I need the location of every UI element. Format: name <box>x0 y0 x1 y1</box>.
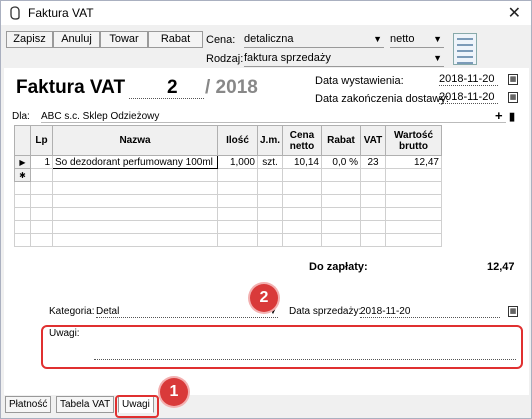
total-label: Do zapłaty: <box>309 261 368 273</box>
row-selector-icon[interactable]: ▶ <box>14 155 31 169</box>
new-row-icon[interactable]: ✱ <box>14 168 31 182</box>
document-icon[interactable] <box>453 33 477 65</box>
invoice-year: / 2018 <box>205 77 258 98</box>
calendar-icon[interactable]: ▦ <box>508 306 518 317</box>
issue-date-field[interactable]: 2018-11-20 <box>439 73 498 86</box>
col-header[interactable]: VAT <box>360 125 386 156</box>
total-amount: 12,47 <box>487 261 515 273</box>
category-select[interactable]: Detal <box>96 306 278 318</box>
netto-value: netto <box>390 33 415 45</box>
col-header[interactable]: Lp <box>30 125 53 156</box>
type-value: faktura sprzedaży <box>244 52 331 64</box>
netto-select[interactable]: netto ▼ <box>390 32 444 48</box>
price-select[interactable]: detaliczna ▼ <box>244 32 384 48</box>
calendar-icon[interactable]: ▦ <box>508 92 518 103</box>
title-bar: Faktura VAT ✕ <box>1 1 531 25</box>
goods-button[interactable]: Towar <box>100 31 148 48</box>
tab-vat-table[interactable]: Tabela VAT <box>56 396 115 413</box>
col-header[interactable]: Ilość <box>217 125 258 156</box>
customer-menu-icon[interactable]: ▮ <box>509 110 515 123</box>
delivery-date-label: Data zakończenia dostawy: <box>315 93 449 105</box>
table-row-empty <box>14 207 442 221</box>
customer-label: Dla: <box>12 111 30 122</box>
col-header[interactable]: Rabat <box>321 125 361 156</box>
items-table: Lp Nazwa Ilość J.m. Cena netto Rabat VAT… <box>14 125 442 247</box>
app-icon <box>10 6 20 20</box>
window-title: Faktura VAT <box>28 6 94 20</box>
chevron-down-icon: ▼ <box>433 34 442 44</box>
table-row[interactable]: ▶ 1 So dezodorant perfumowany 100ml 1,00… <box>14 155 442 169</box>
category-label: Kategoria: <box>49 306 95 317</box>
chevron-down-icon: ▼ <box>373 34 382 44</box>
table-row-empty <box>14 220 442 234</box>
add-customer-icon[interactable]: + <box>495 108 503 123</box>
step-badge-2: 2 <box>250 284 278 312</box>
type-label: Rodzaj: <box>206 53 244 65</box>
issue-date-label: Data wystawienia: <box>315 75 404 87</box>
item-name-cell[interactable]: So dezodorant perfumowany 100ml <box>52 155 218 169</box>
chevron-down-icon: ▼ <box>433 53 442 63</box>
cancel-button[interactable]: Anuluj <box>53 31 100 48</box>
table-row-empty <box>14 194 442 208</box>
type-select[interactable]: faktura sprzedaży ▼ <box>244 51 444 67</box>
invoice-number[interactable]: 2 <box>167 77 178 99</box>
sale-date-field[interactable]: 2018-11-20 <box>360 306 500 318</box>
invoice-form: Faktura VAT 2 / 2018 Data wystawienia: 2… <box>4 68 529 395</box>
close-icon[interactable]: ✕ <box>508 3 521 23</box>
delivery-date-field[interactable]: 2018-11-20 <box>439 91 498 104</box>
calendar-icon[interactable]: ▦ <box>508 74 518 85</box>
price-label: Cena: <box>206 34 236 46</box>
step-badge-1: 1 <box>160 378 188 406</box>
col-header[interactable]: Cena netto <box>282 125 322 156</box>
notes-label: Uwagi: <box>49 328 80 339</box>
invoice-window: Faktura VAT ✕ Zapisz Anuluj Towar Rabat … <box>0 0 532 419</box>
discount-button[interactable]: Rabat <box>148 31 203 48</box>
table-row-new[interactable]: ✱ <box>14 168 442 182</box>
table-row-empty <box>14 181 442 195</box>
invoice-title: Faktura VAT <box>16 77 126 98</box>
col-header[interactable]: J.m. <box>257 125 283 156</box>
col-header[interactable]: Wartość brutto <box>385 125 442 156</box>
customer-field[interactable]: ABC s.c. Sklep Odzieżowy <box>41 111 506 123</box>
notes-highlight <box>41 325 523 369</box>
bottom-tabs: Płatność Tabela VAT Uwagi <box>1 395 531 417</box>
tab-payment[interactable]: Płatność <box>5 396 52 413</box>
tab-highlight <box>115 395 159 418</box>
col-header[interactable]: Nazwa <box>52 125 218 156</box>
sale-date-label: Data sprzedaży: <box>289 306 362 317</box>
table-row-empty <box>14 233 442 247</box>
toolbar: Zapisz Anuluj Towar Rabat Cena: detalicz… <box>1 25 531 67</box>
save-button[interactable]: Zapisz <box>6 31 53 48</box>
price-value: detaliczna <box>244 33 294 45</box>
notes-field[interactable] <box>94 359 516 360</box>
